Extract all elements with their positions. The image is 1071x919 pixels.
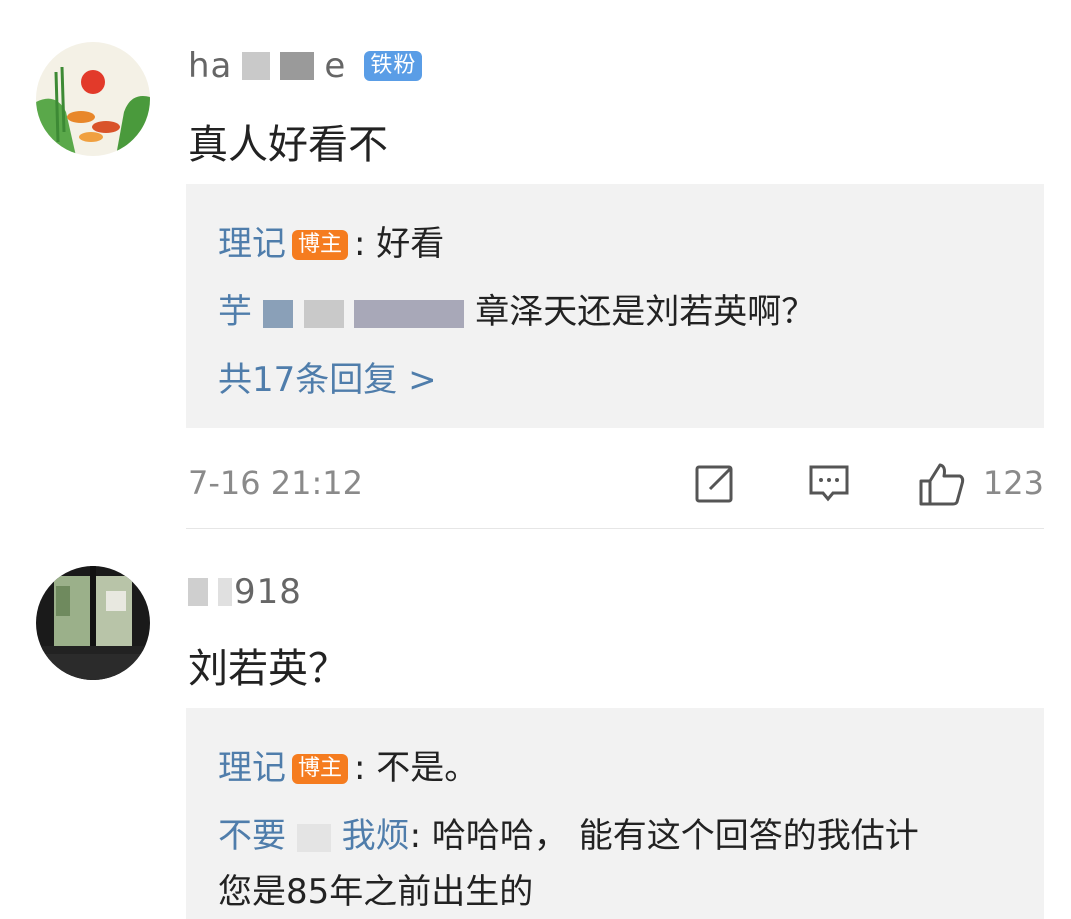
reply-text-continued: 您是85年之前出生的 [218,872,534,912]
redacted-block [303,299,344,328]
reply-text: 章泽天还是刘若英啊？ [475,292,816,332]
divider [186,528,1044,529]
comment-text: 真人好看不 [188,122,388,168]
comment-item: 918 刘若英？ 理记 博主: 不是。 不要 我烦: 哈哈哈， 能有这个回答的我估… [0,540,1071,919]
reply-text: : 哈哈哈， 能有这个回答的我估计 [409,816,919,856]
redacted-block [242,52,271,80]
comment-meta: 7-16 21:12 123 [188,456,1044,506]
like-icon[interactable] [918,462,966,506]
comment-icon[interactable] [808,462,850,504]
username[interactable]: 918 [188,572,302,612]
reply-item: 芋 章泽天还是刘若英啊？ [218,284,815,333]
like-count: 123 [982,464,1044,502]
reply-text: : 不是。 [354,748,479,788]
reply-item: 不要 我烦: 哈哈哈， 能有这个回答的我估计 [218,808,919,857]
reply-item: 理记 博主: 不是。 [218,740,478,789]
host-badge: 博主 [292,754,349,784]
redacted-block [280,52,315,80]
redacted-block [296,823,331,852]
reply-author[interactable]: 不要 [218,816,286,856]
reply-text: : 好看 [354,224,445,264]
redacted-block [354,299,465,328]
redacted-block [262,299,293,328]
avatar[interactable] [36,566,150,680]
reply-box[interactable]: 理记 博主: 不是。 不要 我烦: 哈哈哈， 能有这个回答的我估计 您是85年之前… [186,708,1044,919]
more-replies-link[interactable]: 共17条回复 > [218,352,437,401]
reply-box[interactable]: 理记 博主: 好看 芋 章泽天还是刘若英啊？ 共17条回复 > [186,184,1044,428]
timestamp: 7-16 21:12 [188,464,364,502]
username[interactable]: ha e 铁粉 [188,46,423,86]
comment-text: 刘若英？ [188,646,348,692]
fan-badge: 铁粉 [364,51,423,81]
reply-author[interactable]: 理记 [218,224,286,264]
comment-item: ha e 铁粉 真人好看不 理记 博主: 好看 芋 章泽天还是刘若英啊？ 共17条… [0,0,1071,540]
reply-author[interactable]: 芋 [218,292,252,332]
reply-author[interactable]: 理记 [218,748,286,788]
redacted-block [218,578,232,606]
avatar[interactable] [36,42,150,156]
host-badge: 博主 [292,230,349,260]
reply-author[interactable]: 我烦 [342,816,410,856]
redacted-block [188,578,208,606]
reply-item: 理记 博主: 好看 [218,216,444,265]
edit-icon[interactable] [694,462,736,504]
